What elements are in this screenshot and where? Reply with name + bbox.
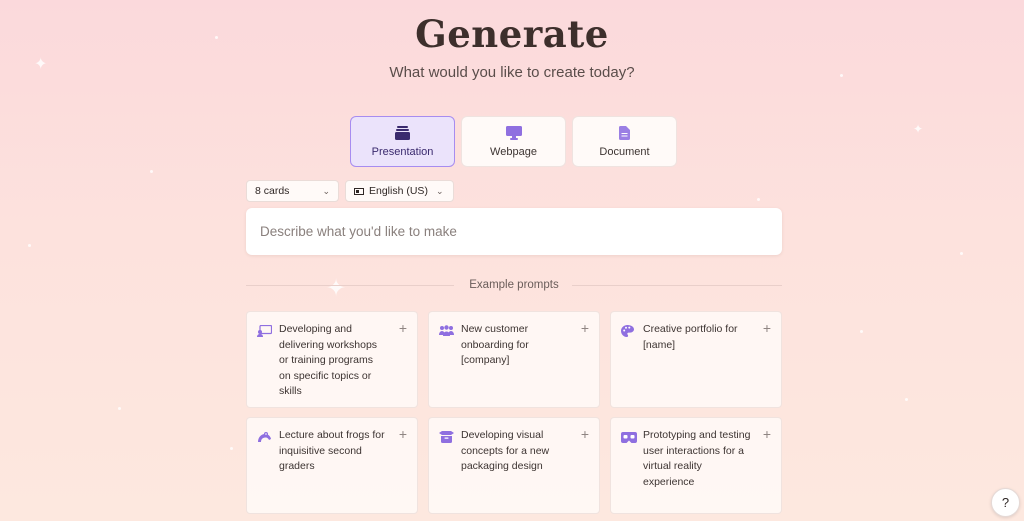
- sparkle-dot: [960, 252, 963, 255]
- example-prompt-card[interactable]: Prototyping and testing user interaction…: [610, 417, 782, 514]
- type-document-button[interactable]: Document: [572, 116, 677, 167]
- chevron-down-icon: ⌄: [435, 185, 444, 196]
- add-icon[interactable]: +: [763, 320, 771, 336]
- example-prompt-card[interactable]: Lecture about frogs for inquisitive seco…: [246, 417, 418, 514]
- help-button[interactable]: ?: [991, 488, 1020, 517]
- example-prompts-divider: Example prompts: [246, 279, 782, 291]
- type-label: Document: [599, 145, 650, 158]
- type-presentation-button[interactable]: Presentation: [350, 116, 455, 167]
- vr-headset-icon: [621, 430, 637, 443]
- presentation-icon: [395, 125, 410, 140]
- add-icon[interactable]: +: [399, 426, 407, 442]
- palette-icon: [621, 324, 635, 337]
- sparkle-dot: [757, 198, 760, 201]
- content-type-selector: Presentation Webpage Document: [350, 116, 677, 167]
- chevron-down-icon: ⌄: [322, 185, 330, 196]
- example-prompt-card[interactable]: Developing visual concepts for a new pac…: [428, 417, 600, 514]
- frog-icon: [257, 430, 271, 442]
- example-prompt-text: New customer onboarding for [company]: [461, 323, 529, 366]
- sparkle-dot: [150, 170, 153, 173]
- add-icon[interactable]: +: [763, 426, 771, 442]
- language-value: English (US): [369, 185, 428, 197]
- add-icon[interactable]: +: [581, 320, 589, 336]
- example-prompts-grid: Developing and delivering workshops or t…: [246, 311, 782, 514]
- type-webpage-button[interactable]: Webpage: [461, 116, 566, 167]
- monitor-icon: [505, 125, 522, 140]
- document-icon: [619, 125, 630, 140]
- page-title: Generate: [415, 12, 609, 56]
- sparkle-dot: [28, 244, 31, 247]
- language-select[interactable]: English (US) ⌄: [345, 180, 454, 202]
- add-icon[interactable]: +: [581, 426, 589, 442]
- box-icon: [439, 430, 454, 443]
- example-prompt-text: Lecture about frogs for inquisitive seco…: [279, 429, 385, 472]
- teaching-icon: [257, 324, 273, 337]
- prompt-input[interactable]: [246, 208, 782, 255]
- type-label: Presentation: [371, 145, 434, 158]
- add-icon[interactable]: +: [399, 320, 407, 336]
- sparkle-icon: ✦: [913, 122, 924, 136]
- example-prompt-card[interactable]: Developing and delivering workshops or t…: [246, 311, 418, 408]
- example-prompts-heading: Example prompts: [469, 279, 559, 291]
- card-count-value: 8 cards: [255, 185, 290, 197]
- options-bar: 8 cards ⌄ English (US) ⌄: [246, 180, 454, 202]
- example-prompt-card[interactable]: New customer onboarding for [company] +: [428, 311, 600, 408]
- language-flag-icon: [354, 187, 364, 195]
- sparkle-dot: [905, 398, 908, 401]
- example-prompt-text: Developing visual concepts for a new pac…: [461, 429, 550, 472]
- example-prompt-text: Developing and delivering workshops or t…: [279, 323, 378, 397]
- sparkle-dot: [860, 330, 863, 333]
- example-prompt-text: Creative portfolio for [name]: [643, 323, 738, 351]
- sparkle-dot: [118, 407, 121, 410]
- sparkle-dot: [230, 447, 233, 450]
- example-prompt-card[interactable]: Creative portfolio for [name] +: [610, 311, 782, 408]
- card-count-select[interactable]: 8 cards ⌄: [246, 180, 339, 202]
- page-subtitle: What would you like to create today?: [389, 64, 635, 81]
- type-label: Webpage: [490, 145, 537, 158]
- example-prompt-text: Prototyping and testing user interaction…: [643, 429, 751, 488]
- people-icon: [439, 324, 454, 336]
